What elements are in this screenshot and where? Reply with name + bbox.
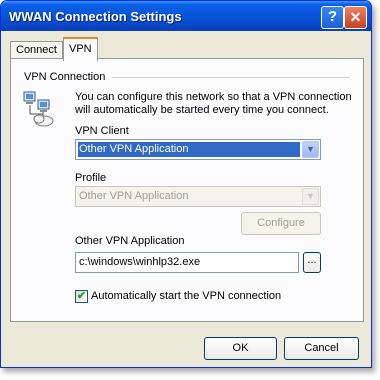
description-line: will automatically be started every time… xyxy=(75,104,329,116)
ok-button[interactable]: OK xyxy=(204,337,277,360)
vpn-client-label: VPN Client xyxy=(75,125,129,137)
other-app-label: Other VPN Application xyxy=(75,235,185,247)
title-bar[interactable]: WWAN Connection Settings ? ✕ xyxy=(1,1,371,31)
auto-start-label[interactable]: Automatically start the VPN connection xyxy=(91,290,281,302)
chevron-down-icon[interactable]: ▼ xyxy=(302,188,319,205)
tab-connect[interactable]: Connect xyxy=(10,41,63,59)
other-app-path-value: c:\windows\winhlp32.exe xyxy=(79,256,201,268)
configure-button[interactable]: Configure xyxy=(241,212,321,235)
dialog-window: WWAN Connection Settings ? ✕ Connect VPN… xyxy=(0,0,372,368)
auto-start-checkbox[interactable]: ✔ xyxy=(75,290,88,303)
profile-label: Profile xyxy=(75,172,107,184)
tab-vpn[interactable]: VPN xyxy=(63,37,98,61)
vpn-description: You can configure this network so that a… xyxy=(75,91,355,117)
help-button[interactable]: ? xyxy=(321,6,344,29)
cancel-button[interactable]: Cancel xyxy=(284,337,359,360)
group-divider xyxy=(112,77,350,78)
close-button[interactable]: ✕ xyxy=(344,6,367,29)
window-title: WWAN Connection Settings xyxy=(9,9,182,24)
vpn-client-select[interactable]: Other VPN Application ▼ xyxy=(75,139,321,160)
profile-value: Other VPN Application xyxy=(79,190,189,202)
profile-select[interactable]: Other VPN Application ▼ xyxy=(75,186,321,207)
description-line: You can configure this network so that a… xyxy=(75,91,352,103)
vpn-tab-panel: VPN Connection You can configure this ne… xyxy=(10,58,364,322)
browse-button[interactable]: ... xyxy=(303,252,321,273)
chevron-down-icon[interactable]: ▼ xyxy=(302,141,319,158)
network-connection-icon xyxy=(23,88,57,128)
vpn-client-value: Other VPN Application xyxy=(78,142,300,157)
other-app-path-field[interactable]: c:\windows\winhlp32.exe xyxy=(75,252,299,273)
group-label: VPN Connection xyxy=(24,71,106,83)
